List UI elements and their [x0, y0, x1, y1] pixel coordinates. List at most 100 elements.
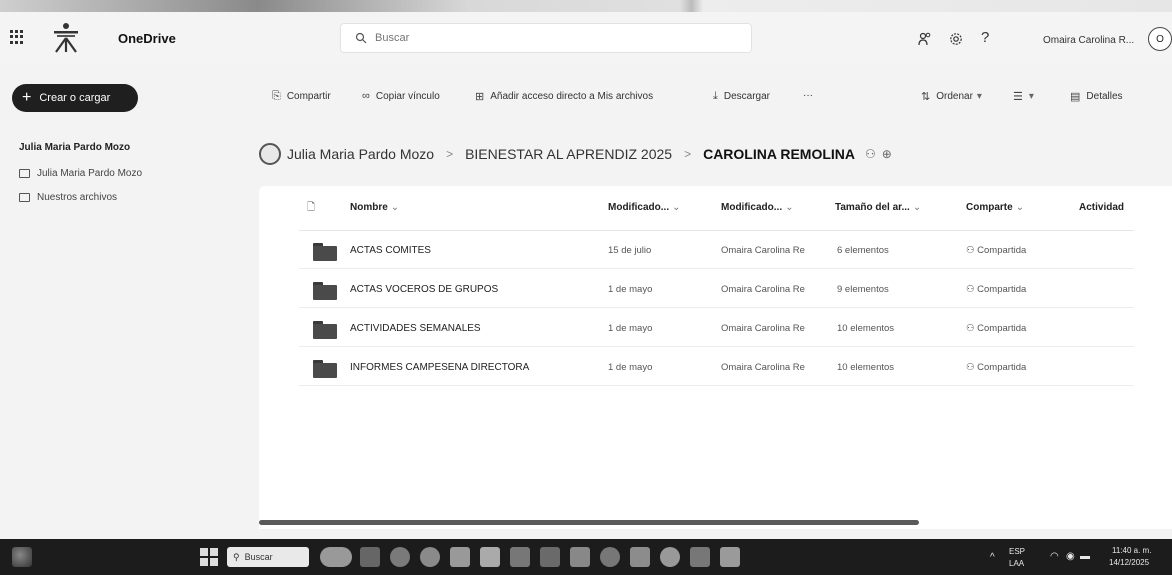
download-button[interactable]: ⤓ Descargar [713, 90, 770, 103]
list-view-icon: ☰ [1013, 91, 1023, 103]
people-icon: ⚇ [966, 323, 978, 334]
settings-app-icon[interactable] [690, 547, 710, 567]
file-size: 6 elementos [837, 245, 889, 256]
settings-icon[interactable] [949, 32, 963, 49]
folder-icon [313, 282, 337, 300]
network-icon[interactable]: ◠ [1050, 551, 1059, 562]
sort-button[interactable]: ⇅ Ordenar ▾ [921, 90, 982, 103]
column-header-size[interactable]: Tamaño del ar... ⌄ [835, 202, 921, 213]
view-options-button[interactable]: ☰ ▾ [1013, 90, 1034, 103]
file-size: 9 elementos [837, 284, 889, 295]
file-name[interactable]: ACTAS COMITES [350, 245, 431, 256]
modified-date: 1 de mayo [608, 362, 653, 373]
table-row[interactable]: ACTAS COMITES 15 de julio Omaira Carolin… [299, 231, 1134, 269]
clock-time[interactable]: 11:40 a. m. [1112, 546, 1151, 555]
outlook-icon[interactable] [630, 547, 650, 567]
breadcrumb-item[interactable]: Julia Maria Pardo Mozo [287, 146, 434, 162]
contacts-icon[interactable] [918, 32, 932, 49]
chevron-up-icon[interactable]: ^ [990, 552, 995, 563]
breadcrumb-current: CAROLINA REMOLINA [703, 146, 855, 162]
sidebar-owner: Julia Maria Pardo Mozo [19, 142, 131, 153]
battery-icon[interactable]: ▬ [1080, 551, 1090, 562]
shared-people-icon: ⚇ [865, 147, 876, 161]
horizontal-scrollbar[interactable] [259, 520, 919, 525]
chevron-down-icon: ⌄ [912, 202, 922, 213]
breadcrumb: Julia Maria Pardo Mozo > BIENESTAR AL AP… [259, 143, 892, 165]
copy-link-button[interactable]: ∞ Copiar vínculo [362, 90, 440, 102]
breadcrumb-separator: > [446, 147, 454, 161]
search-input[interactable] [375, 32, 735, 44]
copilot-icon[interactable] [320, 547, 352, 567]
sharing-status[interactable]: ⚇ Compartida [966, 323, 1026, 334]
file-explorer-icon[interactable] [510, 547, 530, 567]
browser-top-strip [0, 0, 1172, 12]
column-header-modified[interactable]: Modificado... ⌄ [608, 202, 681, 213]
user-name[interactable]: Omaira Carolina R... [1043, 35, 1134, 46]
modified-date: 15 de julio [608, 245, 652, 256]
column-header-activity[interactable]: Actividad [1079, 202, 1124, 213]
task-view-icon[interactable] [360, 547, 380, 567]
breadcrumb-item[interactable]: BIENESTAR AL APRENDIZ 2025 [465, 146, 672, 162]
modified-date: 1 de mayo [608, 323, 653, 334]
link-icon: ∞ [362, 90, 370, 102]
file-list-panel: 🗋 Nombre ⌄ Modificado... ⌄ Modificado... ⌄ … [259, 186, 1172, 529]
start-menu-icon[interactable] [200, 548, 218, 566]
volume-icon[interactable]: ◉ [1066, 551, 1075, 562]
app-launcher-icon[interactable] [10, 30, 24, 44]
file-type-icon[interactable]: 🗋 [307, 200, 315, 217]
file-name[interactable]: ACTAS VOCEROS DE GRUPOS [350, 284, 498, 295]
acrobat-icon[interactable] [720, 547, 740, 567]
weather-widget-icon[interactable] [12, 547, 32, 567]
file-size: 10 elementos [837, 362, 895, 373]
add-shortcut-button[interactable]: ⊞ Añadir acceso directo a Mis archivos [475, 90, 653, 103]
details-pane-icon: ▤ [1070, 91, 1081, 103]
chevron-down-icon: ⌄ [1015, 202, 1025, 213]
sharing-status[interactable]: ⚇ Compartida [966, 245, 1026, 256]
modified-by: Omaira Carolina Re [721, 284, 805, 295]
chevron-down-icon: ▾ [976, 91, 982, 102]
column-header-modified-by[interactable]: Modificado... ⌄ [721, 202, 794, 213]
search-icon [355, 32, 367, 44]
details-button[interactable]: ▤ Detalles [1070, 90, 1123, 103]
column-header-sharing[interactable]: Comparte ⌄ [966, 202, 1024, 213]
avatar[interactable]: O [1148, 27, 1172, 51]
app-name[interactable]: OneDrive [118, 31, 176, 46]
folder-icon [313, 360, 337, 378]
file-name[interactable]: INFORMES CAMPESENA DIRECTORA [350, 362, 529, 373]
chrome-icon[interactable] [420, 547, 440, 567]
edge-icon[interactable] [390, 547, 410, 567]
folder-icon [19, 169, 30, 178]
media-icon[interactable] [660, 547, 680, 567]
chevron-down-icon: ⌄ [390, 202, 400, 213]
help-icon[interactable]: ? [981, 29, 989, 46]
file-name[interactable]: ACTIVIDADES SEMANALES [350, 323, 481, 334]
table-row[interactable]: ACTIVIDADES SEMANALES 1 de mayo Omaira C… [299, 309, 1134, 347]
sidebar-item-our-files[interactable]: Nuestros archivos [19, 192, 117, 203]
more-button[interactable]: ··· [803, 90, 813, 101]
clock-date[interactable]: 14/12/2025 [1109, 558, 1149, 567]
sena-logo[interactable] [46, 22, 86, 54]
search-box[interactable] [340, 23, 752, 53]
shared-folder-icon [19, 193, 30, 202]
photos-icon[interactable] [480, 547, 500, 567]
globe-icon: ⊕ [881, 147, 892, 161]
excel-icon[interactable] [540, 547, 560, 567]
chevron-down-icon: ▾ [1028, 91, 1034, 102]
modified-by: Omaira Carolina Re [721, 362, 805, 373]
share-button[interactable]: ⎘ Compartir [272, 90, 331, 103]
table-row[interactable]: ACTAS VOCEROS DE GRUPOS 1 de mayo Omaira… [299, 270, 1134, 308]
sharing-status[interactable]: ⚇ Compartida [966, 284, 1026, 295]
download-icon: ⤓ [713, 90, 718, 102]
language-indicator[interactable]: ESP [1009, 547, 1025, 556]
teams-icon[interactable] [600, 547, 620, 567]
table-row[interactable]: INFORMES CAMPESENA DIRECTORA 1 de mayo O… [299, 348, 1134, 386]
word-icon[interactable] [570, 547, 590, 567]
sharing-status[interactable]: ⚇ Compartida [966, 362, 1026, 373]
taskbar-search[interactable]: ⚲ Buscar [227, 547, 309, 567]
file-size: 10 elementos [837, 323, 895, 334]
store-icon[interactable] [450, 547, 470, 567]
column-header-name[interactable]: Nombre ⌄ [350, 202, 399, 213]
modified-by: Omaira Carolina Re [721, 323, 805, 334]
sidebar-item-owner-files[interactable]: Julia Maria Pardo Mozo [19, 168, 142, 179]
command-bar: ⎘ Compartir ∞ Copiar vínculo ⊞ Añadir acces… [0, 86, 1172, 108]
